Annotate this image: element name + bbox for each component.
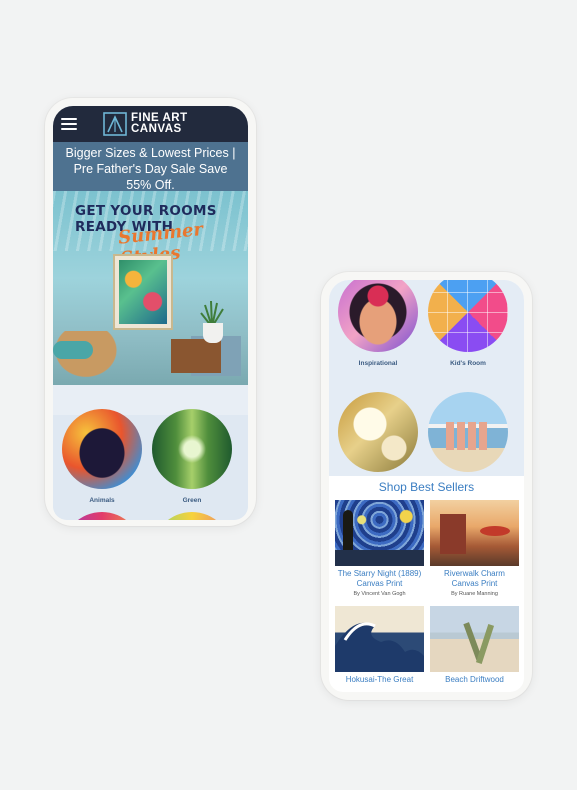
wood-stool-image — [171, 339, 221, 373]
beach-category-thumbnail[interactable] — [428, 392, 508, 472]
logo-wordmark: FINE ART CANVAS — [131, 112, 188, 135]
mobile-screen-bestsellers: Inspirational Kid's Room Shop Best Selle… — [329, 280, 524, 692]
phone-mockup-right: Inspirational Kid's Room Shop Best Selle… — [321, 272, 532, 700]
product-title[interactable]: Beach Driftwood — [430, 675, 519, 685]
hero-banner[interactable]: GET YOUR ROOMS READY WITH Summer Styles — [53, 191, 248, 385]
category-label: Kid's Room — [450, 360, 486, 367]
animals-thumbnail — [62, 409, 142, 489]
product-image — [430, 606, 519, 672]
plant-pot-image — [203, 323, 223, 343]
category-grid: Animals Green — [53, 409, 248, 520]
product-image — [335, 500, 424, 566]
floral-category-thumbnail[interactable] — [338, 392, 418, 472]
product-image — [430, 500, 519, 566]
product-card[interactable]: The Starry Night (1889) Canvas Print By … — [335, 500, 424, 597]
category-green[interactable]: Green — [152, 409, 232, 504]
product-card[interactable]: Riverwalk Charm Canvas Print By Ruane Ma… — [430, 500, 519, 597]
product-artist: By Ruane Manning — [451, 591, 498, 597]
category-label: Animals — [89, 497, 115, 504]
category-label: Green — [182, 497, 202, 504]
category-kids-room[interactable]: Kid's Room — [428, 280, 508, 367]
category-inspirational[interactable]: Inspirational — [338, 280, 418, 367]
logo-mark-icon — [103, 112, 127, 136]
site-logo[interactable]: FINE ART CANVAS — [103, 112, 188, 136]
green-thumbnail — [152, 409, 232, 489]
category-thumbnail-partial[interactable] — [152, 512, 232, 520]
category-animals[interactable]: Animals — [62, 409, 142, 504]
kids-room-thumbnail — [428, 280, 508, 352]
inspirational-thumbnail — [338, 280, 418, 352]
promo-banner-text[interactable]: Bigger Sizes & Lowest Prices | Pre Fathe… — [53, 142, 248, 192]
category-label: Inspirational — [358, 360, 398, 367]
product-title[interactable]: The Starry Night (1889) Canvas Print — [335, 569, 424, 588]
product-image — [335, 606, 424, 672]
category-grid: Inspirational Kid's Room — [329, 280, 524, 476]
product-card[interactable]: Hokusai-The Great — [335, 606, 424, 685]
phone-mockup-left: FINE ART CANVAS Bigger Sizes & Lowest Pr… — [45, 98, 256, 526]
cushion-image — [53, 341, 93, 359]
mobile-screen-home: FINE ART CANVAS Bigger Sizes & Lowest Pr… — [53, 106, 248, 520]
product-title[interactable]: Hokusai-The Great — [335, 675, 424, 685]
product-artist: By Vincent Van Gogh — [353, 591, 406, 597]
product-title[interactable]: Riverwalk Charm Canvas Print — [430, 569, 519, 588]
header-bar: FINE ART CANVAS — [53, 106, 248, 142]
category-thumbnail-partial[interactable] — [62, 512, 142, 520]
section-title: Shop Best Sellers — [378, 480, 475, 494]
product-card[interactable]: Beach Driftwood — [430, 606, 519, 685]
framed-artwork-image — [113, 254, 173, 330]
menu-icon[interactable] — [61, 118, 77, 130]
